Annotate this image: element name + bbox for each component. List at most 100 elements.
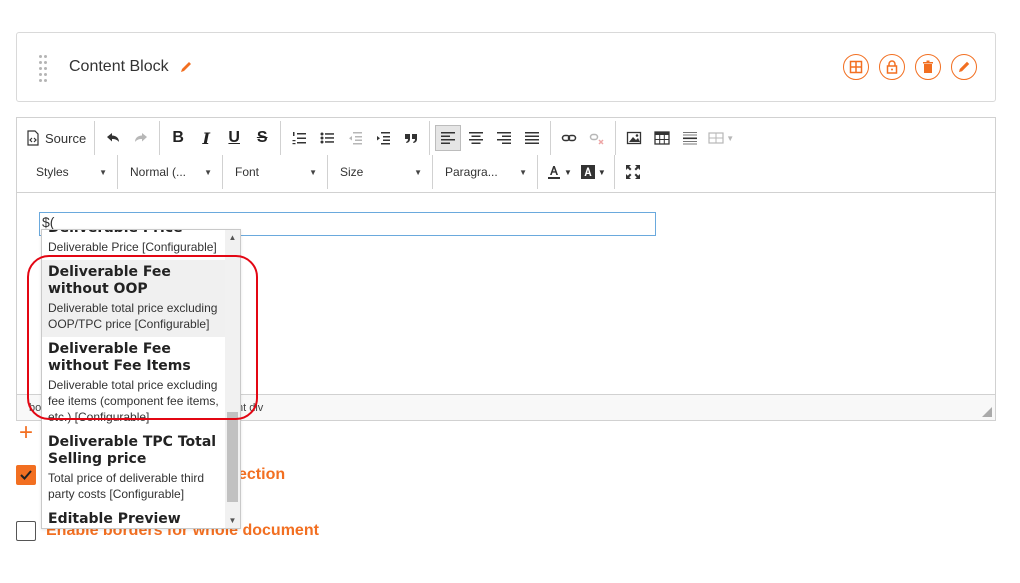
chevron-down-icon: ▼ <box>99 167 107 177</box>
font-combo[interactable]: Font ▼ <box>227 159 323 185</box>
bulleted-list-button[interactable] <box>314 125 340 151</box>
block-actions <box>843 54 977 80</box>
edit-title-pencil-icon[interactable] <box>179 60 193 74</box>
scroll-up-arrow-icon[interactable]: ▲ <box>225 230 240 245</box>
autocomplete-item-desc: Deliverable Price [Configurable] <box>48 240 217 254</box>
horizontal-line-button[interactable] <box>677 125 703 151</box>
autocomplete-item[interactable]: Deliverable TPC Total Selling price Tota… <box>42 430 226 507</box>
quote-icon <box>405 134 418 143</box>
layout-button[interactable] <box>843 54 869 80</box>
section-checkbox-label: ection <box>238 466 286 483</box>
increase-indent-button[interactable] <box>370 125 396 151</box>
autocomplete-item[interactable]: Editable Preview Data <box>42 507 226 528</box>
background-color-icon <box>580 165 595 179</box>
strikethrough-icon: S <box>256 129 268 146</box>
undo-button[interactable] <box>100 125 126 151</box>
trash-icon <box>923 60 933 73</box>
text-color-button[interactable]: ▼ <box>543 159 575 185</box>
maximize-icon <box>625 165 640 179</box>
bold-icon: B <box>172 129 184 146</box>
lock-icon <box>886 60 898 74</box>
outdent-icon <box>349 132 363 145</box>
redo-button[interactable] <box>128 125 154 151</box>
autocomplete-dropdown: Deliverable Price Deliverable Price [Con… <box>41 229 241 529</box>
justify-button[interactable] <box>519 125 545 151</box>
chevron-down-icon: ▼ <box>414 167 422 177</box>
autocomplete-item[interactable]: Deliverable Price Deliverable Price [Con… <box>42 230 226 260</box>
dropdown-arrow-icon: ▼ <box>597 167 606 177</box>
autocomplete-item-name: Editable Preview Data <box>48 511 181 527</box>
chevron-down-icon: ▼ <box>519 167 527 177</box>
scrollbar-thumb[interactable] <box>227 412 238 502</box>
source-label: Source <box>45 130 87 146</box>
align-center-icon <box>469 132 484 144</box>
decrease-indent-button[interactable] <box>342 125 368 151</box>
bold-button[interactable]: B <box>165 125 191 151</box>
dropdown-arrow-icon: ▼ <box>564 167 572 177</box>
styles-combo[interactable]: Styles ▼ <box>17 159 113 185</box>
unlink-icon <box>589 133 604 145</box>
image-icon <box>627 131 642 145</box>
align-right-button[interactable] <box>491 125 517 151</box>
autocomplete-item-highlighted[interactable]: Deliverable Fee without OOP Deliverable … <box>42 260 226 337</box>
chevron-down-icon: ▼ <box>309 167 317 177</box>
format-combo-label: Normal (... <box>130 165 187 179</box>
table-button[interactable] <box>649 125 675 151</box>
horizontal-line-icon <box>683 132 698 145</box>
format-combo[interactable]: Normal (... ▼ <box>122 159 218 185</box>
paragraph-combo[interactable]: Paragra... ▼ <box>437 159 533 185</box>
align-center-button[interactable] <box>463 125 489 151</box>
image-button[interactable] <box>621 125 647 151</box>
bulleted-list-icon <box>320 132 335 144</box>
drag-handle-icon[interactable] <box>39 55 49 82</box>
justify-icon <box>525 132 540 144</box>
delete-button[interactable] <box>915 54 941 80</box>
indent-icon <box>377 132 391 145</box>
layout-icon <box>849 60 863 74</box>
lock-button[interactable] <box>879 54 905 80</box>
editor-toolbar: Source B I U S ▼ Styles ▼ Normal (... ▼ … <box>17 118 995 193</box>
font-combo-label: Font <box>235 165 260 179</box>
autocomplete-item-name: Deliverable Fee without Fee Items <box>48 341 191 374</box>
text-color-icon <box>548 166 560 179</box>
undo-icon <box>107 133 120 142</box>
source-button[interactable]: Source <box>22 125 89 151</box>
unlink-button[interactable] <box>584 125 610 151</box>
link-button[interactable] <box>556 125 582 151</box>
block-title: Content Block <box>69 58 169 75</box>
pencil-icon <box>959 61 970 72</box>
path-segment-start[interactable]: bo <box>29 402 41 414</box>
resize-grip-icon[interactable] <box>982 407 992 417</box>
dropdown-scrollbar[interactable]: ▲ ▼ <box>225 230 240 528</box>
autocomplete-item-desc: Deliverable total price excluding OOP/TP… <box>48 301 218 331</box>
edit-button[interactable] <box>951 54 977 80</box>
autocomplete-item-name: Deliverable Fee without OOP <box>48 264 171 297</box>
source-icon <box>27 130 39 146</box>
strikethrough-button[interactable]: S <box>249 125 275 151</box>
link-icon <box>561 134 577 142</box>
content-block-header: Content Block <box>16 32 996 102</box>
autocomplete-item-name: Deliverable TPC Total Selling price <box>48 434 217 467</box>
maximize-button[interactable] <box>620 159 646 185</box>
italic-icon: I <box>202 128 210 148</box>
table-icon <box>654 131 670 145</box>
background-color-button[interactable]: ▼ <box>577 159 609 185</box>
align-left-button[interactable] <box>435 125 462 151</box>
italic-button[interactable]: I <box>193 125 219 151</box>
underline-button[interactable]: U <box>221 125 247 151</box>
autocomplete-list: Deliverable Price Deliverable Price [Con… <box>42 230 226 528</box>
scroll-down-arrow-icon[interactable]: ▼ <box>225 513 240 528</box>
table-options-button[interactable]: ▼ <box>705 125 737 151</box>
section-checkbox[interactable] <box>16 465 36 485</box>
numbered-list-icon <box>292 132 307 145</box>
table-grid-icon <box>708 132 724 144</box>
blockquote-button[interactable] <box>398 125 424 151</box>
checkmark-icon <box>20 470 32 480</box>
dropdown-arrow-icon: ▼ <box>726 133 735 143</box>
borders-checkbox[interactable] <box>16 521 36 541</box>
add-section-plus-icon[interactable]: + <box>19 421 33 445</box>
numbered-list-button[interactable] <box>286 125 312 151</box>
size-combo[interactable]: Size ▼ <box>332 159 428 185</box>
autocomplete-item[interactable]: Deliverable Fee without Fee Items Delive… <box>42 337 226 430</box>
autocomplete-item-desc: Total price of deliverable third party c… <box>48 471 205 501</box>
